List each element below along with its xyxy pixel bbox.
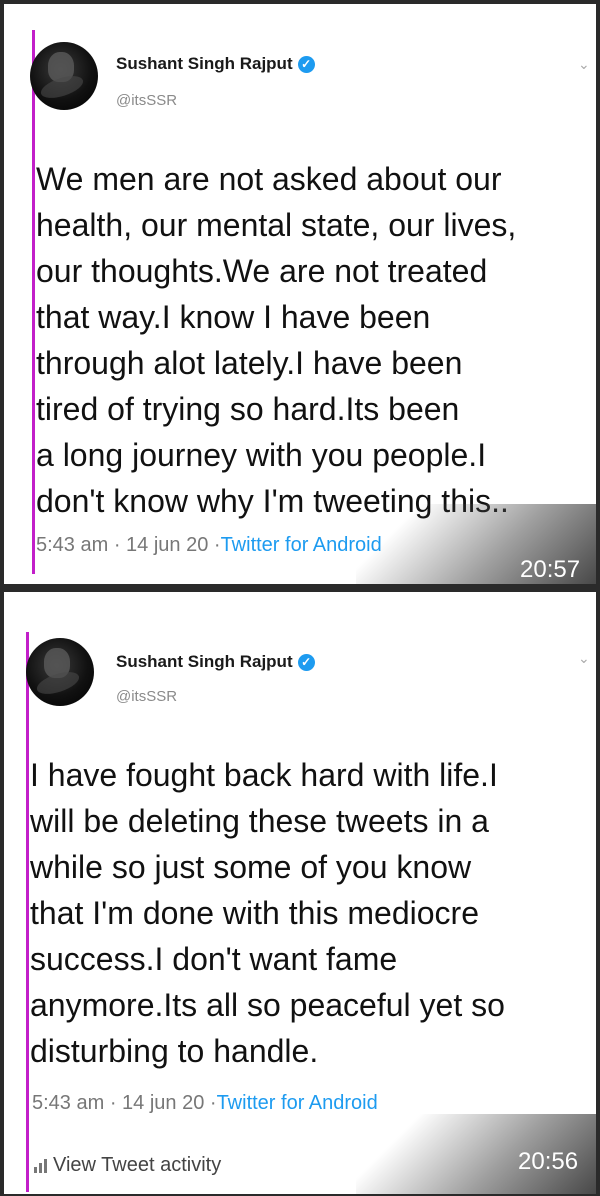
author-name[interactable]: Sushant Singh Rajput ✓ [116,54,315,74]
video-clock: 20:56 [518,1148,579,1175]
verified-icon: ✓ [297,55,315,73]
tweet-screenshot-1: Sushant Singh Rajput ✓ @itsSSR ⌄ We men … [4,4,596,584]
tweet-screenshot-2: Sushant Singh Rajput ✓ @itsSSR ⌄ I have … [4,592,596,1194]
accent-line [32,30,35,574]
author-name-text: Sushant Singh Rajput [116,652,293,671]
view-tweet-activity-label: View Tweet activity [53,1154,222,1176]
video-clock: 20:57 [520,556,581,583]
chevron-down-icon[interactable]: ⌄ [578,56,590,73]
author-name-text: Sushant Singh Rajput [116,54,293,73]
tweet-timestamp[interactable]: 5:43 am · 14 jun 20 · [36,534,221,556]
author-name[interactable]: Sushant Singh Rajput ✓ [116,652,315,672]
author-handle[interactable]: @itsSSR [116,688,177,705]
view-tweet-activity[interactable]: View Tweet activity [34,1154,221,1177]
avatar[interactable] [30,42,98,110]
tweet-meta: 5:43 am · 14 jun 20 ·Twitter for Android [36,534,382,557]
tweet-source[interactable]: Twitter for Android [217,1092,378,1114]
verified-icon: ✓ [297,653,315,671]
tweet-meta: 5:43 am · 14 jun 20 ·Twitter for Android [32,1092,378,1115]
tweet-text: I have fought back hard with life.I will… [30,757,505,1069]
avatar[interactable] [26,638,94,706]
accent-line [26,632,29,1192]
author-handle[interactable]: @itsSSR [116,92,177,109]
chevron-down-icon[interactable]: ⌄ [578,650,590,667]
bar-chart-icon [34,1158,47,1173]
tweet-timestamp[interactable]: 5:43 am · 14 jun 20 · [32,1092,217,1114]
tweet-text: We men are not asked about our health, o… [36,161,517,519]
